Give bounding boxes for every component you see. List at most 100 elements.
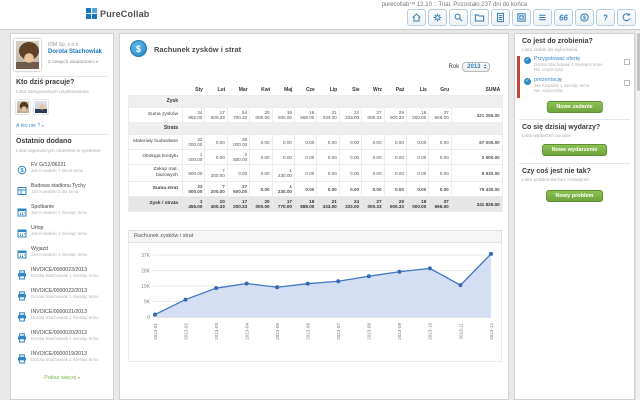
recent-item[interactable]: INVOICE/0000022/2013 Dorota Stachowiak 1 … <box>16 286 112 307</box>
recent-item[interactable]: Budowa stadionu Tychy Jan Kowalski 5 dni … <box>16 181 112 202</box>
search-button[interactable] <box>449 9 468 26</box>
todo-subtitle: Lista zadań do wykonania <box>522 48 578 53</box>
chart-point[interactable] <box>489 251 493 256</box>
cell-value: 0.00 <box>405 181 430 198</box>
pnl-table: Sty Lut Mar Kwi Maj Cze Lip Sie Wrz Paź Lis Gru SUMA… <box>128 84 503 213</box>
row-label: Obsługa kredytu <box>128 149 183 165</box>
chart-point[interactable] <box>153 312 157 317</box>
documents-button[interactable] <box>491 9 510 26</box>
recent-item-title[interactable]: Budowa stadionu Tychy <box>31 181 112 189</box>
column-header: Maj <box>284 87 293 93</box>
recent-item-meta: Dorota Stachowiak 1 miesiąc temu <box>31 336 99 341</box>
chart-point[interactable] <box>397 269 402 274</box>
user-avatar[interactable] <box>14 39 41 71</box>
home-button[interactable] <box>407 9 426 26</box>
folder-icon <box>474 14 485 22</box>
chart-point[interactable] <box>458 283 463 288</box>
quotes-button[interactable]: 66 <box>554 9 573 26</box>
column-header: Lut <box>217 87 226 93</box>
cell-value: 0.00 <box>316 134 340 150</box>
cell-value: 17 600.33 <box>204 107 228 123</box>
invoice-icon <box>17 309 27 322</box>
recent-item[interactable]: INVOICE/0000020/2013 Dorota Stachowiak 1 … <box>16 328 112 349</box>
chart-point[interactable] <box>336 279 341 284</box>
cell-value: 29 000.33 <box>383 196 407 213</box>
column-header: Sty <box>195 87 203 93</box>
help-button[interactable]: ? <box>596 9 615 26</box>
recent-item-title[interactable]: INVOICE/0000020/2013 <box>31 328 112 336</box>
company-name: IDM Sp. z o.o. <box>48 42 80 48</box>
settings-button[interactable] <box>428 9 447 26</box>
recent-item-title[interactable]: INVOICE/0000019/2013 <box>31 349 112 357</box>
task-checkbox[interactable] <box>624 80 630 86</box>
cell-value: 0.00 <box>428 163 452 183</box>
table-row: Zysk / strata 1 455.00 10 400.33 17 200.33 2… <box>128 196 503 213</box>
new-event-button[interactable]: Nowe wydarzenie <box>541 144 608 156</box>
recent-item-title[interactable]: Urlop <box>31 223 112 231</box>
cell-value: 0.00 <box>361 149 385 165</box>
projects-button[interactable] <box>470 9 489 26</box>
calendar-icon <box>17 204 27 217</box>
cell-value: 8 930.00 <box>450 163 503 183</box>
row-label: Suma zysków <box>128 107 183 123</box>
x-tick-label: 2013-05 <box>275 323 280 340</box>
recent-item[interactable]: Spotkanie Jan Kowalski 1 miesiąc temu <box>16 202 112 223</box>
cell-value: 67 000.00 <box>450 134 503 150</box>
chart-point[interactable] <box>366 274 371 279</box>
chart-point[interactable] <box>275 285 280 290</box>
gear-icon <box>433 13 442 22</box>
chart-point[interactable] <box>244 281 249 286</box>
cell-value: 7 200.00 <box>204 181 228 198</box>
recent-item-meta: Dorota Stachowiak 1 miesiąc temu <box>31 315 99 320</box>
x-tick-label: 2013-01 <box>153 323 158 340</box>
cell-value: 0.00 <box>383 134 407 150</box>
recent-item-title[interactable]: Spotkanie <box>31 202 112 210</box>
recent-item-title[interactable]: Wyjazd <box>31 244 112 252</box>
chart-point[interactable] <box>214 286 219 291</box>
recent-item[interactable]: INVOICE/0000023/2013 Dorota Stachowiak 1 … <box>16 265 112 286</box>
column-header: Lip <box>329 87 338 93</box>
user-name[interactable]: Dorota Stachowiak <box>48 49 102 55</box>
cell-value: 10 400.33 <box>204 196 228 213</box>
column-header: Paź <box>395 87 405 93</box>
lists-button[interactable] <box>533 9 552 26</box>
table-row: Suma zysków 34 955.00 17 600.33 54 700.33 20… <box>128 107 503 123</box>
cell-value: 0.00 <box>249 163 273 183</box>
year-stepper[interactable]: 2013 ▲ ▼ <box>462 62 490 72</box>
recent-item-title[interactable]: INVOICE/0000023/2013 <box>31 265 112 273</box>
cell-value: 19 888.00 <box>293 196 318 213</box>
new-problem-button[interactable]: Nowy problem <box>545 190 604 202</box>
chart-header: Rachunek zysków i strat <box>128 230 502 243</box>
recent-item[interactable]: Urlop Jan Kowalski 1 miesiąc temu <box>16 223 112 244</box>
cell-value: 37 666.00 <box>428 196 452 213</box>
finance-button[interactable]: $ <box>575 9 594 26</box>
stepper-arrows-icon[interactable]: ▲ ▼ <box>484 63 487 70</box>
cell-value: 27 000.33 <box>361 196 385 213</box>
recent-item[interactable]: $ FV G/12/06221 Jan Kowalski 7 minut temu <box>16 160 112 181</box>
recent-item-meta: Dorota Stachowiak 1 miesiąc temu <box>31 294 99 299</box>
chart-point[interactable] <box>305 281 310 286</box>
new-task-button[interactable]: Nowe zadanie <box>546 101 603 113</box>
messages-count[interactable]: 2 nowych wiadomości <box>48 60 95 65</box>
logged-user-avatar[interactable] <box>34 100 48 114</box>
events-subtitle: Lista wydarzeń na dziś <box>522 134 571 139</box>
recent-item-title[interactable]: INVOICE/0000021/2013 <box>31 307 112 315</box>
right-panel: Co jest do zrobienia? Lista zadań do wyk… <box>514 33 635 400</box>
archive-button[interactable] <box>512 9 531 26</box>
undo-button[interactable] <box>617 9 636 26</box>
recent-item-title[interactable]: INVOICE/0000022/2013 <box>31 286 112 294</box>
divider <box>519 163 630 164</box>
recent-item[interactable]: INVOICE/0000021/2013 Dorota Stachowiak 1 … <box>16 307 112 328</box>
recent-item[interactable]: INVOICE/0000019/2013 Dorota Stachowiak 1 … <box>16 349 112 370</box>
logged-user-avatar[interactable] <box>16 100 30 114</box>
recent-item[interactable]: Wyjazd Jan Kowalski 1 miesiąc temu <box>16 244 112 265</box>
logo-text: PureCollab <box>100 8 150 19</box>
chart-point[interactable] <box>427 266 432 271</box>
task-checkbox[interactable] <box>624 59 630 65</box>
chart-point[interactable] <box>183 297 188 302</box>
divider <box>15 134 109 135</box>
list-icon <box>539 14 546 21</box>
page-scrollbar[interactable] <box>635 31 640 400</box>
recent-item-title[interactable]: FV G/12/06221 <box>31 160 112 168</box>
cell-value: 0.00 <box>226 163 251 183</box>
